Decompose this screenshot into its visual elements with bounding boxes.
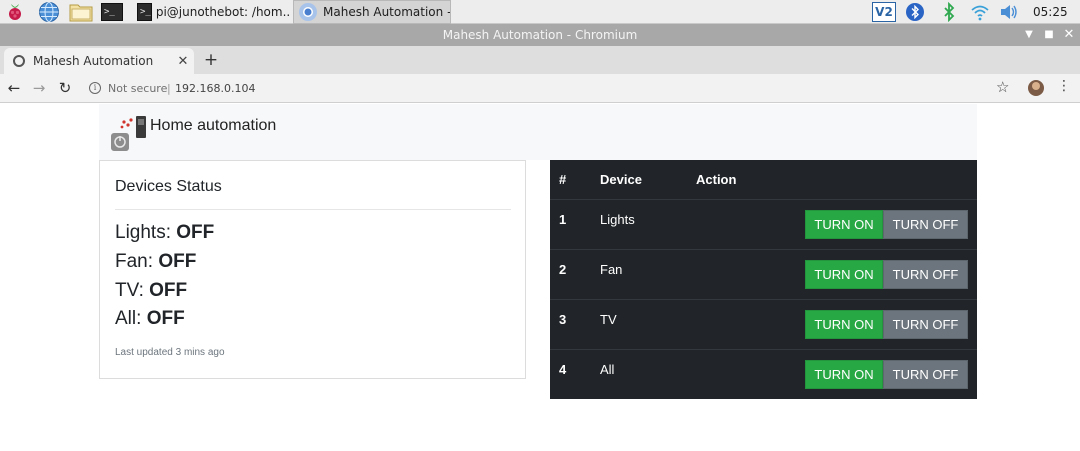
taskbar-task-chromium[interactable]: Mahesh Automation -... <box>293 0 451 24</box>
tv-turn-on-button[interactable]: TURN ON <box>805 310 883 339</box>
vnc-icon[interactable]: V2 <box>871 1 897 23</box>
volume-icon[interactable] <box>998 1 1020 23</box>
device-name: TV <box>600 312 617 327</box>
bluetooth-status-icon[interactable] <box>939 1 959 23</box>
maximize-icon[interactable]: ■ <box>1041 24 1057 46</box>
table-row: 4 All TURN ON TURN OFF <box>550 349 977 399</box>
close-window-icon[interactable]: ✕ <box>1061 24 1077 46</box>
terminal-launcher-icon[interactable]: >_ <box>99 1 125 23</box>
lights-turn-off-button[interactable]: TURN OFF <box>883 210 968 239</box>
device-control-table: # Device Action 1 Lights TURN ON TURN OF… <box>550 160 977 399</box>
status-all: All: OFF <box>115 308 185 330</box>
minimize-icon[interactable]: ▼ <box>1021 24 1037 46</box>
column-header-number: # <box>559 172 567 187</box>
bluetooth-icon[interactable] <box>904 1 926 23</box>
status-card-title: Devices Status <box>115 178 222 195</box>
row-number: 4 <box>559 362 567 377</box>
status-value: OFF <box>149 280 188 301</box>
reload-icon[interactable]: ↻ <box>55 78 75 98</box>
address-bar-url[interactable]: 192.168.0.104 <box>175 74 255 103</box>
wifi-icon[interactable] <box>969 1 991 23</box>
device-name: Fan <box>600 262 623 277</box>
profile-avatar[interactable] <box>1028 80 1044 96</box>
chromium-icon <box>299 3 317 21</box>
back-arrow-icon[interactable]: ← <box>4 78 24 98</box>
security-label[interactable]: Not secure <box>108 74 167 103</box>
window-title-bar[interactable]: Mahesh Automation - Chromium ▼ ■ ✕ <box>0 24 1080 46</box>
devices-status-card: Devices Status Lights: OFF Fan: OFF TV: … <box>99 160 526 379</box>
home-automation-logo[interactable] <box>110 115 148 153</box>
os-taskbar: >_ >_ pi@junothebot: /hom... Mahesh Auto… <box>0 0 1080 24</box>
tab-title: Mahesh Automation <box>33 54 154 68</box>
table-row: 1 Lights TURN ON TURN OFF <box>550 199 977 249</box>
status-value: OFF <box>146 308 185 329</box>
tab-strip: Mahesh Automation ✕ + <box>0 46 1080 74</box>
table-row: 2 Fan TURN ON TURN OFF <box>550 249 977 299</box>
last-updated-text: Last updated 3 mins ago <box>115 347 225 358</box>
new-tab-plus-icon[interactable]: + <box>202 48 220 72</box>
clock[interactable]: 05:25 <box>1033 0 1068 24</box>
device-name: Lights <box>600 212 635 227</box>
browser-tab[interactable]: Mahesh Automation ✕ <box>4 48 194 74</box>
column-header-action: Action <box>696 172 737 187</box>
brand-title[interactable]: Home automation <box>150 117 276 135</box>
fan-turn-off-button[interactable]: TURN OFF <box>883 260 968 289</box>
row-number: 1 <box>559 212 567 227</box>
status-tv: TV: OFF <box>115 280 187 302</box>
status-value: OFF <box>176 222 215 243</box>
terminal-icon: >_ <box>137 3 152 21</box>
status-fan: Fan: OFF <box>115 251 196 273</box>
site-info-icon[interactable]: i <box>89 82 101 94</box>
all-turn-on-button[interactable]: TURN ON <box>805 360 883 389</box>
status-lights: Lights: OFF <box>115 222 214 244</box>
fan-turn-on-button[interactable]: TURN ON <box>805 260 883 289</box>
web-browser-globe-icon[interactable] <box>37 1 61 23</box>
bookmark-star-icon[interactable]: ☆ <box>996 78 1009 96</box>
tv-turn-off-button[interactable]: TURN OFF <box>883 310 968 339</box>
all-turn-off-button[interactable]: TURN OFF <box>883 360 968 389</box>
forward-arrow-icon[interactable]: → <box>29 78 49 98</box>
browser-toolbar: ← → ↻ i Not secure | 192.168.0.104 ☆ ⋮ <box>0 74 1080 103</box>
globe-favicon-icon <box>13 55 25 67</box>
file-manager-folder-icon[interactable] <box>68 1 94 23</box>
menu-kebab-icon[interactable]: ⋮ <box>1057 78 1071 94</box>
raspberry-menu-icon[interactable] <box>4 1 26 23</box>
status-label: Lights: <box>115 222 171 243</box>
taskbar-task-label: pi@junothebot: /hom... <box>155 5 291 19</box>
status-label: Fan: <box>115 251 154 272</box>
taskbar-task-label: Mahesh Automation -... <box>323 5 451 19</box>
divider <box>115 209 511 210</box>
url-separator: | <box>167 82 171 95</box>
column-header-device: Device <box>600 172 642 187</box>
device-name: All <box>600 362 615 377</box>
taskbar-task-terminal[interactable]: >_ pi@junothebot: /hom... <box>133 0 291 24</box>
row-number: 3 <box>559 312 567 327</box>
status-label: TV: <box>115 280 144 301</box>
close-tab-icon[interactable]: ✕ <box>172 54 194 69</box>
lights-turn-on-button[interactable]: TURN ON <box>805 210 883 239</box>
status-value: OFF <box>158 251 197 272</box>
page-navbar: Home automation <box>99 104 977 160</box>
window-title: Mahesh Automation - Chromium <box>442 28 638 42</box>
row-number: 2 <box>559 262 567 277</box>
table-row: 3 TV TURN ON TURN OFF <box>550 299 977 349</box>
status-label: All: <box>115 308 142 329</box>
